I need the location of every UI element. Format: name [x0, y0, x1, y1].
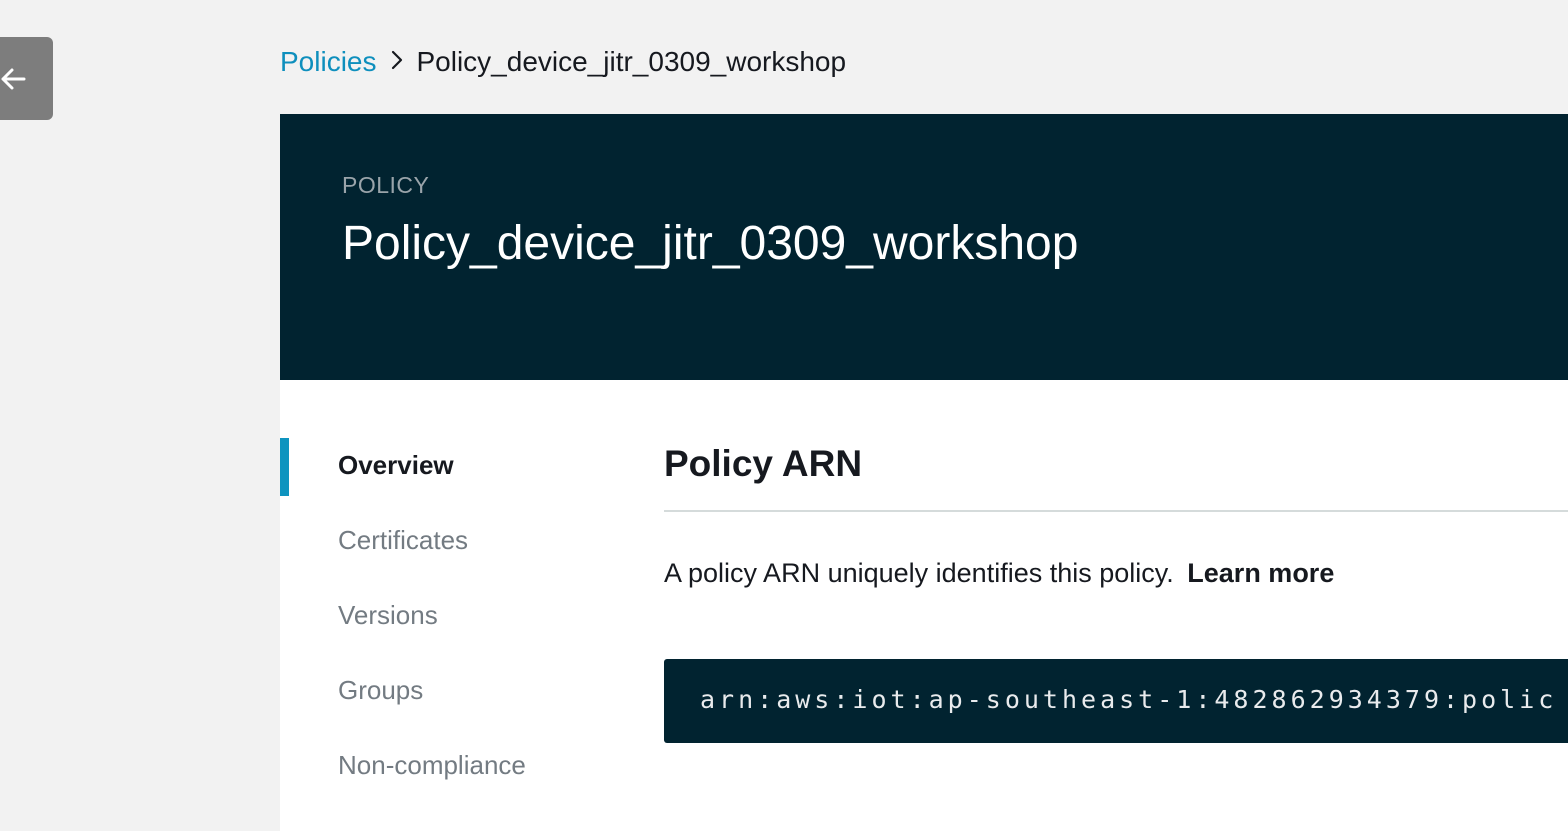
divider	[664, 510, 1568, 512]
side-nav: Overview Certificates Versions Groups No…	[280, 438, 580, 813]
learn-more-link[interactable]: Learn more	[1187, 558, 1334, 588]
section-description: A policy ARN uniquely identifies this po…	[664, 558, 1568, 589]
back-button[interactable]	[0, 37, 53, 120]
content-panel: Overview Certificates Versions Groups No…	[280, 380, 1568, 831]
nav-item-label: Certificates	[338, 525, 469, 555]
description-text: A policy ARN uniquely identifies this po…	[664, 558, 1174, 588]
arn-code-box: arn:aws:iot:ap-southeast-1:482862934379:…	[664, 659, 1568, 743]
nav-item-label: Non-compliance	[338, 750, 526, 780]
page-title: Policy_device_jitr_0309_workshop	[342, 217, 1079, 270]
nav-item-overview[interactable]: Overview	[280, 438, 580, 513]
arn-value: arn:aws:iot:ap-southeast-1:482862934379:…	[700, 685, 1558, 714]
resource-type-label: POLICY	[342, 172, 430, 198]
arrow-left-icon	[1, 68, 26, 90]
nav-item-groups[interactable]: Groups	[280, 663, 580, 738]
nav-item-non-compliance[interactable]: Non-compliance	[280, 738, 580, 813]
active-indicator	[280, 438, 289, 496]
nav-item-label: Versions	[338, 600, 438, 630]
section-title: Policy ARN	[664, 443, 863, 484]
policy-arn-section: Policy ARN A policy ARN uniquely identif…	[664, 440, 1568, 743]
nav-item-label: Overview	[338, 450, 454, 480]
chevron-right-icon	[390, 46, 404, 78]
nav-item-versions[interactable]: Versions	[280, 588, 580, 663]
nav-item-certificates[interactable]: Certificates	[280, 513, 580, 588]
page-header: POLICY Policy_device_jitr_0309_workshop	[280, 114, 1568, 380]
breadcrumb-policies-link[interactable]: Policies	[280, 46, 376, 78]
breadcrumb-current: Policy_device_jitr_0309_workshop	[416, 46, 847, 77]
nav-item-label: Groups	[338, 675, 424, 705]
breadcrumb: Policies Policy_device_jitr_0309_worksho…	[280, 42, 846, 82]
